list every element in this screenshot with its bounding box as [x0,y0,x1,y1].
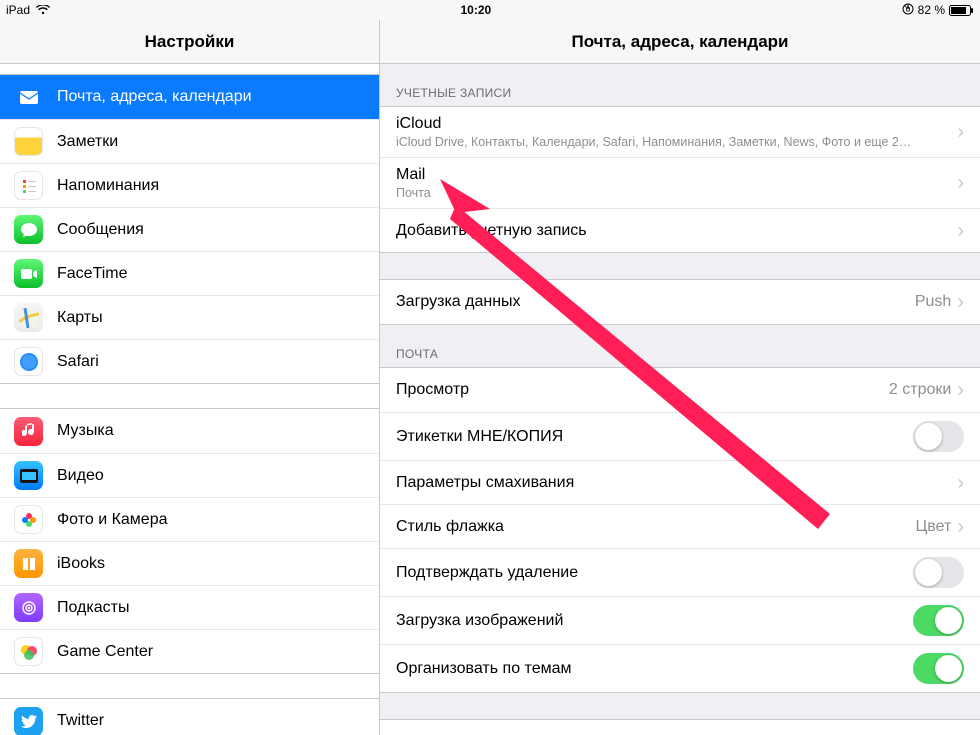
status-time: 10:20 [50,3,902,17]
battery-pct: 82 % [918,3,945,17]
sidebar-item-label: Twitter [57,712,365,730]
sidebar-item-maps[interactable]: Карты [0,295,379,339]
fetch-label: Загрузка данных [396,293,915,311]
account-row-mail[interactable]: Mail Почта › [380,157,980,208]
flag-row[interactable]: Стиль флажка Цвет › [380,504,980,548]
ibooks-icon [14,549,43,578]
chevron-right-icon: › [957,221,964,241]
row-label: Организовать по темам [396,660,913,678]
load-images-toggle[interactable] [913,605,964,636]
sidebar-item-label: Карты [57,309,365,327]
header-bar: Настройки Почта, адреса, календари [0,20,980,64]
sidebar-item-label: Сообщения [57,221,365,239]
confirm-delete-row[interactable]: Подтверждать удаление [380,548,980,596]
wifi-icon [36,5,50,15]
fetch-value: Push [915,293,951,311]
chevron-right-icon: › [957,122,964,142]
sidebar-item-label: Заметки [57,133,365,151]
add-account-row[interactable]: Добавить учетную запись › [380,208,980,252]
row-label: Параметры смахивания [396,474,957,492]
sidebar-item-video[interactable]: Видео [0,453,379,497]
sidebar-item-ibooks[interactable]: iBooks [0,541,379,585]
twitter-icon [14,707,43,735]
sidebar-item-label: FaceTime [57,265,365,283]
swipe-row[interactable]: Параметры смахивания › [380,460,980,504]
status-bar: iPad 10:20 82 % [0,0,980,20]
row-label: Этикетки МНЕ/КОПИЯ [396,428,913,446]
preview-row[interactable]: Просмотр 2 строки › [380,368,980,412]
sidebar-item-music[interactable]: Музыка [0,409,379,453]
account-sub: Почта [396,186,957,200]
add-account-label: Добавить учетную запись [396,222,957,240]
row-value: Цвет [915,518,951,536]
mail-icon [14,83,43,112]
battery-icon [949,5,974,16]
sidebar-item-label: Подкасты [57,599,365,617]
sidebar-item-label: Музыка [57,422,365,440]
facetime-icon [14,259,43,288]
chevron-right-icon: › [957,473,964,493]
row-value: 2 строки [889,381,951,399]
account-name: Mail [396,166,957,184]
sidebar-title: Настройки [0,20,380,63]
chevron-right-icon: › [957,173,964,193]
video-icon [14,461,43,490]
sidebar-item-messages[interactable]: Сообщения [0,207,379,251]
sidebar-item-label: Game Center [57,643,365,661]
fetch-row[interactable]: Загрузка данных Push › [380,280,980,324]
sidebar-item-safari[interactable]: Safari [0,339,379,383]
row-label: Просмотр [396,381,889,399]
mail-header: ПОЧТА [380,325,980,367]
chevron-right-icon: › [957,292,964,312]
detail-pane[interactable]: УЧЕТНЫЕ ЗАПИСИ iCloud iCloud Drive, Конт… [380,64,980,735]
sidebar-item-gamecenter[interactable]: Game Center [0,629,379,673]
sidebar-item-reminders[interactable]: Напоминания [0,163,379,207]
sidebar-item-label: Safari [57,353,365,371]
messages-icon [14,215,43,244]
music-icon [14,417,43,446]
confirm-delete-toggle[interactable] [913,557,964,588]
sidebar-item-facetime[interactable]: FaceTime [0,251,379,295]
threads-row[interactable]: Организовать по темам [380,644,980,692]
chevron-right-icon: › [957,380,964,400]
detail-title: Почта, адреса, календари [380,20,980,63]
row-label: Загрузка изображений [396,612,913,630]
sidebar-item-label: Фото и Камера [57,511,365,529]
sidebar-item-label: Напоминания [57,177,365,195]
account-row-icloud[interactable]: iCloud iCloud Drive, Контакты, Календари… [380,107,980,157]
photos-icon [14,505,43,534]
load-images-row[interactable]: Загрузка изображений [380,596,980,644]
sidebar-item-notes[interactable]: Заметки [0,119,379,163]
podcasts-icon [14,593,43,622]
sidebar-item-mail[interactable]: Почта, адреса, календари [0,75,379,119]
accounts-header: УЧЕТНЫЕ ЗАПИСИ [380,64,980,106]
sidebar-item-photos[interactable]: Фото и Камера [0,497,379,541]
sidebar-item-label: Видео [57,467,365,485]
safari-icon [14,347,43,376]
chevron-right-icon: › [957,517,964,537]
row-label: Подтверждать удаление [396,564,913,582]
device-label: iPad [6,3,30,17]
account-sub: iCloud Drive, Контакты, Календари, Safar… [396,135,957,149]
account-name: iCloud [396,115,957,133]
tocc-row[interactable]: Этикетки МНЕ/КОПИЯ [380,412,980,460]
next-group-peek [380,720,980,735]
sidebar-item-twitter[interactable]: Twitter [0,699,379,735]
threads-toggle[interactable] [913,653,964,684]
gamecenter-icon [14,637,43,666]
tocc-toggle[interactable] [913,421,964,452]
settings-sidebar[interactable]: Почта, адреса, календари Заметки Напомин… [0,64,380,735]
sidebar-item-label: Почта, адреса, календари [57,88,365,106]
sidebar-item-label: iBooks [57,555,365,573]
row-label: Стиль флажка [396,518,915,536]
maps-icon [14,303,43,332]
rotation-lock-icon [902,3,914,18]
reminders-icon [14,171,43,200]
sidebar-item-podcasts[interactable]: Подкасты [0,585,379,629]
notes-icon [14,127,43,156]
